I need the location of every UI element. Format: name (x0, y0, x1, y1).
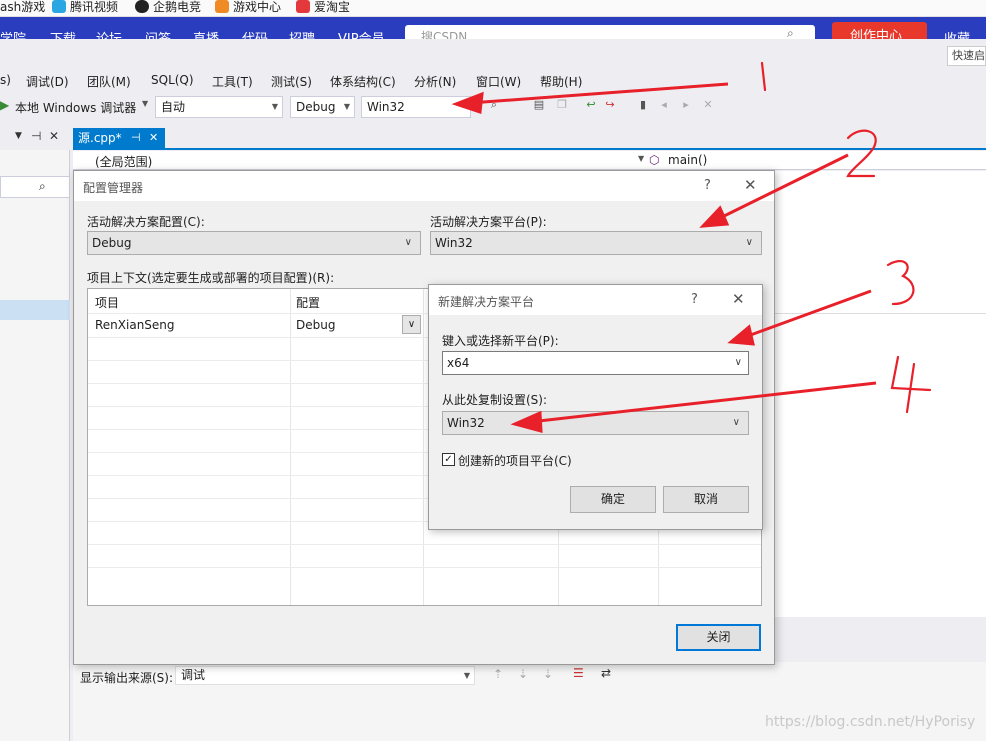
annotation-arrow-1 (469, 82, 729, 105)
annotation-arrowhead-2 (699, 205, 730, 228)
annotation-arrow-3 (744, 289, 872, 339)
annotation-arrowhead-1 (451, 91, 484, 115)
annotation-number-1 (760, 61, 767, 92)
annotation-arrow-4 (529, 381, 877, 424)
annotation-arrowhead-4 (510, 410, 543, 433)
annotation-arrow-2 (715, 153, 849, 222)
annotation-number-2 (846, 129, 877, 178)
annotation-arrowhead-3 (727, 324, 755, 346)
watermark: https://blog.csdn.net/HyPorisy (765, 714, 976, 730)
annotation-layer (451, 61, 932, 433)
annotation-number-4 (890, 355, 932, 414)
annotation-number-3 (886, 259, 915, 306)
